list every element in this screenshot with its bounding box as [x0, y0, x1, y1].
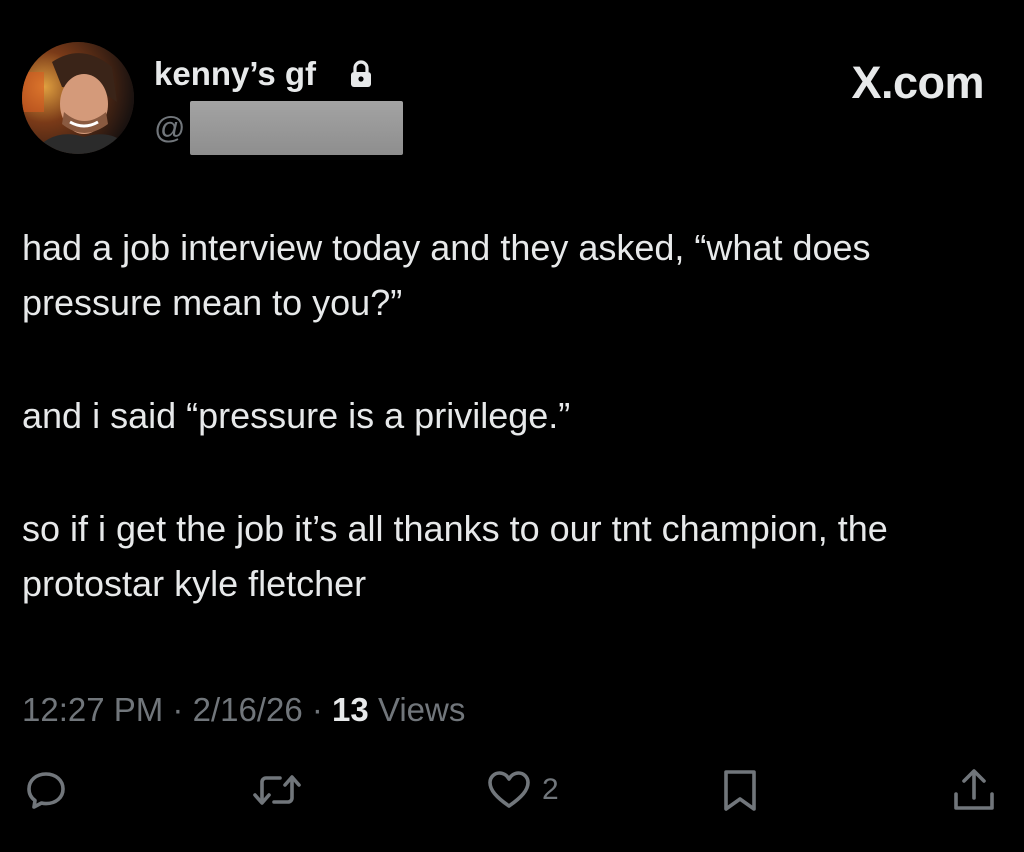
tweet-date[interactable]: 2/16/26: [193, 691, 303, 728]
author-handle[interactable]: @: [154, 106, 185, 150]
share-icon: [954, 769, 994, 810]
lock-icon: [348, 60, 374, 88]
author-display-name[interactable]: kenny’s gf: [154, 52, 316, 96]
tweet-time[interactable]: 12:27 PM: [22, 691, 163, 728]
meta-separator: ·: [311, 691, 323, 728]
tweet-paragraph: so if i get the job it’s all thanks to o…: [22, 508, 888, 604]
meta-separator: ·: [172, 691, 184, 728]
bookmark-button[interactable]: [718, 768, 762, 814]
tweet-meta: 12:27 PM · 2/16/26 · 13 Views: [22, 688, 465, 732]
like-count: 2: [542, 773, 559, 806]
tweet-actions: 2: [0, 768, 1024, 822]
avatar[interactable]: [22, 42, 134, 154]
bookmark-icon: [724, 770, 756, 811]
views-label: Views: [377, 691, 466, 728]
reply-icon: [27, 772, 65, 809]
views-count: 13: [332, 691, 369, 728]
reply-button[interactable]: [24, 768, 68, 812]
repost-button[interactable]: [250, 768, 304, 812]
tweet-paragraph: had a job interview today and they asked…: [22, 227, 871, 323]
repost-icon: [253, 775, 301, 805]
tweet-text: had a job interview today and they asked…: [22, 220, 1007, 669]
like-button[interactable]: 2: [486, 768, 559, 812]
heart-icon: [488, 771, 530, 808]
share-button[interactable]: [950, 768, 998, 814]
brand-watermark: X.com: [851, 57, 984, 108]
tweet-paragraph: and i said “pressure is a privilege.”: [22, 395, 571, 436]
handle-redaction: [190, 101, 403, 155]
